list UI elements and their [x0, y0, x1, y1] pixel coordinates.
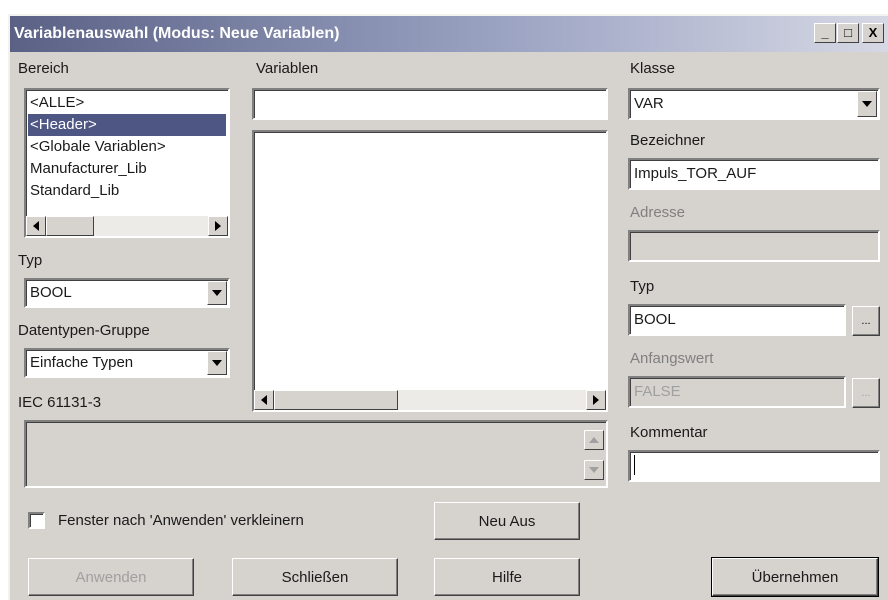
- close-button[interactable]: X: [862, 23, 884, 43]
- bereich-hscrollbar[interactable]: [26, 216, 228, 236]
- title-bar[interactable]: Variablenauswahl (Modus: Neue Variablen)…: [10, 16, 888, 52]
- typ-browse-button[interactable]: ...: [852, 306, 880, 336]
- typ-input[interactable]: BOOL: [628, 304, 846, 336]
- datentypen-gruppe-value: Einfache Typen: [30, 354, 134, 371]
- adresse-label: Adresse: [630, 204, 686, 221]
- typ-value: BOOL: [634, 311, 676, 328]
- bereich-item-alle[interactable]: <ALLE>: [28, 92, 226, 114]
- bezeichner-value: Impuls_TOR_AUF: [634, 165, 757, 182]
- arrow-right-icon: [593, 395, 599, 405]
- arrow-right-icon: [215, 221, 221, 231]
- ellipsis-icon: ...: [861, 386, 871, 399]
- variablen-filter-input[interactable]: [252, 88, 608, 120]
- bereich-item-standard-lib[interactable]: Standard_Lib: [28, 180, 226, 202]
- bereich-item-manufacturer-lib[interactable]: Manufacturer_Lib: [28, 158, 226, 180]
- bezeichner-label: Bezeichner: [630, 132, 706, 149]
- text-caret: [634, 455, 635, 475]
- scroll-right-button[interactable]: [586, 390, 606, 410]
- datentypen-gruppe-dropdown-button[interactable]: [207, 351, 227, 375]
- anfangswert-input: FALSE: [628, 376, 846, 408]
- klasse-label: Klasse: [630, 60, 676, 77]
- klasse-dropdown-button[interactable]: [857, 91, 877, 117]
- arrow-down-icon: [589, 467, 599, 473]
- anwenden-button: Anwenden: [28, 558, 194, 596]
- scroll-thumb[interactable]: [274, 390, 398, 410]
- variablen-label: Variablen: [256, 60, 319, 77]
- bezeichner-input[interactable]: Impuls_TOR_AUF: [628, 158, 880, 190]
- ellipsis-icon: ...: [861, 314, 871, 327]
- description-box: [24, 420, 608, 488]
- anfangswert-value: FALSE: [634, 383, 681, 400]
- typ-label: Typ: [630, 278, 655, 295]
- kommentar-input[interactable]: [628, 450, 880, 482]
- kommentar-label: Kommentar: [630, 424, 708, 441]
- arrow-up-icon: [589, 437, 599, 443]
- window-title: Variablenauswahl (Modus: Neue Variablen): [14, 25, 340, 42]
- minimize-button[interactable]: _: [814, 23, 836, 43]
- typ-filter-combo[interactable]: BOOL: [24, 278, 230, 308]
- klasse-combo[interactable]: VAR: [628, 88, 880, 120]
- datentypen-gruppe-label: Datentypen-Gruppe: [18, 322, 150, 339]
- chevron-down-icon: [862, 101, 872, 107]
- shrink-window-checkbox[interactable]: [28, 512, 45, 529]
- description-scroll-up: [584, 430, 604, 450]
- neu-aus-button[interactable]: Neu Aus: [434, 502, 580, 540]
- bereich-item-header[interactable]: <Header>: [28, 114, 226, 136]
- typ-filter-label: Typ: [18, 252, 43, 269]
- bereich-list[interactable]: <ALLE> <Header> <Globale Variablen> Manu…: [24, 88, 230, 238]
- bereich-item-globale-variablen[interactable]: <Globale Variablen>: [28, 136, 226, 158]
- description-scroll-down: [584, 460, 604, 480]
- bereich-label: Bereich: [18, 60, 69, 77]
- shrink-window-label[interactable]: Fenster nach 'Anwenden' verkleinern: [58, 512, 304, 529]
- window-controls: _ □ X: [813, 23, 884, 43]
- datentypen-gruppe-combo[interactable]: Einfache Typen: [24, 348, 230, 378]
- scroll-left-button[interactable]: [254, 390, 274, 410]
- arrow-left-icon: [261, 395, 267, 405]
- variable-selection-dialog: Variablenauswahl (Modus: Neue Variablen)…: [8, 14, 888, 600]
- typ-filter-value: BOOL: [30, 284, 72, 301]
- anfangswert-browse-button: ...: [852, 378, 880, 408]
- schliessen-button[interactable]: Schließen: [232, 558, 398, 596]
- chevron-down-icon: [212, 360, 222, 366]
- variablen-list[interactable]: [252, 130, 608, 412]
- hilfe-button[interactable]: Hilfe: [434, 558, 580, 596]
- scroll-right-button[interactable]: [208, 216, 228, 236]
- maximize-button[interactable]: □: [837, 23, 859, 43]
- arrow-left-icon: [33, 221, 39, 231]
- typ-filter-dropdown-button[interactable]: [207, 281, 227, 305]
- adresse-input: [628, 230, 880, 262]
- scroll-thumb[interactable]: [46, 216, 94, 236]
- scroll-left-button[interactable]: [26, 216, 46, 236]
- variablen-hscrollbar[interactable]: [254, 390, 606, 410]
- chevron-down-icon: [212, 290, 222, 296]
- anfangswert-label: Anfangswert: [630, 350, 714, 367]
- klasse-value: VAR: [634, 95, 664, 112]
- iec-label: IEC 61131-3: [18, 394, 102, 411]
- uebernehmen-button[interactable]: Übernehmen: [711, 557, 879, 597]
